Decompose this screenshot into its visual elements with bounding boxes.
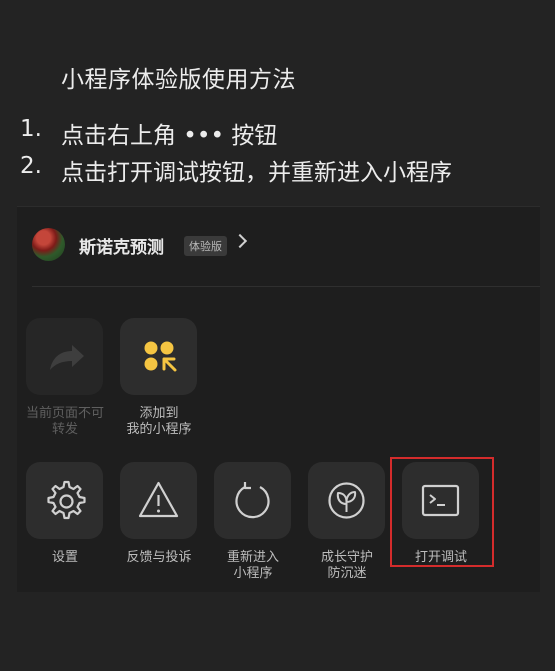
label-line: 小程序 xyxy=(233,566,273,581)
instruction-steps: 1. 点击右上角 ••• 按钮 2. 点击打开调试按钮，并重新进入小程序 xyxy=(0,116,555,190)
gear-icon xyxy=(47,480,86,520)
settings-button[interactable] xyxy=(26,462,103,539)
step-number: 2. xyxy=(20,153,42,179)
add-to-my-miniprogram-button[interactable] xyxy=(120,318,197,395)
feedback-button[interactable] xyxy=(120,462,197,539)
add-to-my-miniprogram-icon xyxy=(144,341,177,372)
feedback-label: 反馈与投诉 xyxy=(109,550,209,566)
miniprogram-menu-sheet: 斯诺克预测 体验版 当前页面不可 转发 添加到 我的小程序 设置 反馈与投诉 重… xyxy=(17,206,540,592)
label-line: 设置 xyxy=(51,550,78,565)
label-line: 重新进入 xyxy=(226,550,279,565)
forward-label: 当前页面不可 转发 xyxy=(15,406,115,438)
label-line: 成长守护 xyxy=(320,550,373,565)
share-icon xyxy=(50,345,84,370)
reload-button[interactable] xyxy=(214,462,291,539)
label-line: 当前页面不可 xyxy=(25,406,104,421)
app-avatar xyxy=(32,228,65,261)
step-text: 点击右上角 ••• 按钮 xyxy=(61,123,278,149)
trial-version-badge: 体验版 xyxy=(184,236,227,256)
anti-addiction-button[interactable] xyxy=(308,462,385,539)
label-line: 防沉迷 xyxy=(327,566,367,581)
header-divider xyxy=(32,286,540,287)
label-line: 反馈与投诉 xyxy=(126,550,192,565)
label-line: 转发 xyxy=(51,422,78,437)
chevron-right-icon xyxy=(232,233,248,249)
add-to-my-miniprogram-label: 添加到 我的小程序 xyxy=(109,406,209,438)
step-text: 点击打开调试按钮，并重新进入小程序 xyxy=(61,160,452,186)
settings-label: 设置 xyxy=(15,550,115,566)
sprout-icon xyxy=(328,482,365,519)
anti-addiction-label: 成长守护 防沉迷 xyxy=(297,550,397,582)
step-2: 2. 点击打开调试按钮，并重新进入小程序 xyxy=(0,153,555,190)
forward-button xyxy=(26,318,103,395)
warning-icon xyxy=(138,481,179,518)
label-line: 添加到 xyxy=(139,406,179,421)
instruction-title: 小程序体验版使用方法 xyxy=(61,67,296,93)
step-1: 1. 点击右上角 ••• 按钮 xyxy=(0,116,555,153)
debug-highlight-box xyxy=(390,457,494,567)
label-line: 我的小程序 xyxy=(126,422,192,437)
app-header[interactable]: 斯诺克预测 体验版 xyxy=(17,206,540,286)
reload-icon xyxy=(235,482,270,519)
step-number: 1. xyxy=(20,116,42,142)
app-name: 斯诺克预测 xyxy=(79,238,164,258)
reload-label: 重新进入 小程序 xyxy=(203,550,303,582)
